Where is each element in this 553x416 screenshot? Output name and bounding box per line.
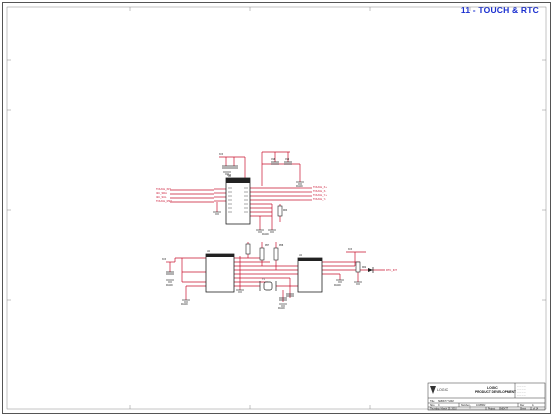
sheet-border <box>2 2 551 414</box>
svg-text:3V3: 3V3 <box>219 154 224 156</box>
svg-text:— — — —: — — — — <box>517 395 526 397</box>
svg-text:DGND: DGND <box>181 304 188 306</box>
svg-text:U4: U4 <box>299 255 303 257</box>
touch-ic-body <box>225 177 251 225</box>
sheet-label: Sheet <box>520 408 526 411</box>
sheet-inner-border <box>6 6 547 410</box>
svg-text:DGND: DGND <box>296 186 303 188</box>
svg-text:— — — —: — — — — <box>517 389 526 391</box>
svg-text:DGND: DGND <box>334 285 341 287</box>
svg-text:TOUCH_X-: TOUCH_X- <box>313 189 326 193</box>
zone-ticks <box>7 7 546 409</box>
diode-symbol <box>368 268 373 272</box>
rtc-u2-header <box>206 254 234 257</box>
svg-text:DGND: DGND <box>262 234 269 236</box>
rtc-u2-body <box>205 253 235 293</box>
rtc-net-labels: RTC_INT <box>386 268 397 272</box>
rtc-u4-body <box>297 257 323 293</box>
svg-text:R63: R63 <box>283 210 288 212</box>
title-label: Title <box>430 400 435 403</box>
schematic-sheet: TOUCH_INT I2C_SDA I2C_SCL TOUCH_RST TOUC… <box>2 2 551 414</box>
rtc-u4-header <box>298 258 322 261</box>
size-label: Size <box>430 404 435 407</box>
rtc-part-labels: 3V3 U2 U4 R57 R58 Y1 3V3 R62 DGND DGND D… <box>162 245 367 310</box>
title-value: SMDK77 SOM <box>438 400 454 403</box>
size-value: C <box>438 404 440 407</box>
svg-text:3V3: 3V3 <box>162 259 167 261</box>
svg-text:DGND: DGND <box>278 308 285 310</box>
svg-text:TOUCH_INT: TOUCH_INT <box>156 187 171 191</box>
crystal-symbol <box>263 281 273 291</box>
svg-text:3V3: 3V3 <box>348 249 353 251</box>
project-value: SMDK77 <box>499 409 509 411</box>
logo-text: LOGIC <box>437 388 449 392</box>
svg-text:C98: C98 <box>271 159 276 161</box>
svg-text:TOUCH_Y+: TOUCH_Y+ <box>313 193 327 197</box>
svg-text:TOUCH_X+: TOUCH_X+ <box>313 185 327 189</box>
date-label: Thursday, March 25, 2010 <box>430 408 457 411</box>
number-label: Number <box>461 404 470 407</box>
svg-text:— — — —: — — — — <box>517 386 526 388</box>
svg-text:R58: R58 <box>279 245 284 247</box>
number-value: 1018562 <box>476 404 486 407</box>
svg-text:C99: C99 <box>285 159 290 161</box>
svg-text:I2C_SCL: I2C_SCL <box>156 195 167 199</box>
svg-text:TOUCH_RST: TOUCH_RST <box>156 199 172 203</box>
touch-ic-header <box>226 178 250 183</box>
svg-text:U2: U2 <box>207 251 211 253</box>
dept-line-2: PRODUCT DEVELOPMENT <box>475 390 516 394</box>
svg-text:RTC_INT: RTC_INT <box>386 268 397 272</box>
project-label: Project <box>488 408 496 411</box>
svg-text:R62: R62 <box>362 267 367 269</box>
svg-text:DGND: DGND <box>166 285 173 287</box>
rev-value: A <box>532 404 534 407</box>
svg-text:TOUCH_Y-: TOUCH_Y- <box>313 197 326 201</box>
svg-text:— — — —: — — — — <box>517 392 526 394</box>
svg-text:Y1: Y1 <box>262 279 266 281</box>
rev-label: Rev <box>520 404 525 407</box>
touch-resistor <box>277 205 283 217</box>
sheet-value: 11 of 14 <box>530 409 539 411</box>
svg-text:I2C_SDA: I2C_SDA <box>156 191 167 195</box>
svg-text:R57: R57 <box>265 245 270 247</box>
logo: LOGIC <box>430 386 449 394</box>
touch-capacitors <box>222 161 292 169</box>
